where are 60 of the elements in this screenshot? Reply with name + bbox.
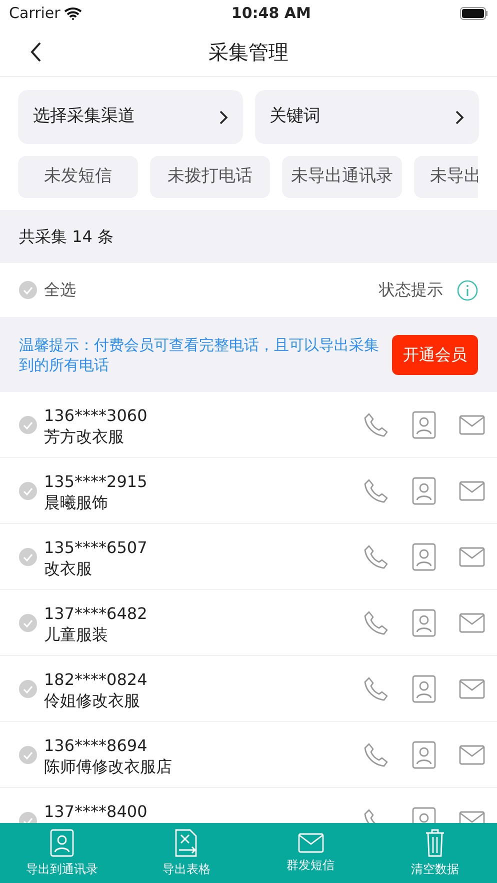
mail-icon[interactable] — [459, 678, 485, 698]
phone-icon[interactable] — [363, 544, 389, 570]
filter-tag[interactable]: 未发短信 — [18, 156, 138, 198]
select-all-label: 全选 — [44, 279, 76, 301]
phone-icon[interactable] — [363, 610, 389, 636]
phone-icon[interactable] — [363, 676, 389, 702]
phone-icon[interactable] — [363, 742, 389, 768]
contact-card-icon[interactable] — [412, 542, 436, 570]
check-circle-icon[interactable] — [19, 281, 37, 299]
contact-name: 伶姐修改衣服 — [44, 690, 141, 712]
filter-dropdown[interactable]: 选择采集渠道 — [18, 90, 242, 144]
phone-icon[interactable] — [363, 478, 389, 504]
phone-number: 137****6482 — [44, 604, 148, 624]
phone-number: 135****2915 — [44, 472, 148, 492]
contact-name: 陈师傅修改衣服店 — [44, 756, 173, 778]
filter-tag[interactable]: 未拨打电话 — [150, 156, 270, 198]
back-chevron-icon — [30, 42, 42, 62]
phone-number: 136****3060 — [44, 406, 148, 426]
trash-icon — [424, 828, 445, 856]
carrier-label: Carrier — [9, 3, 60, 24]
filter-tag[interactable]: 未导出 — [414, 156, 478, 198]
mail-icon[interactable] — [459, 546, 485, 566]
mail-icon[interactable] — [459, 480, 485, 500]
phone-number: 182****0824 — [44, 670, 148, 690]
contact-card-icon[interactable] — [412, 674, 436, 702]
check-circle-icon[interactable] — [19, 746, 37, 764]
page-title: 采集管理 — [208, 38, 288, 66]
contact-name: 改衣服 — [44, 558, 93, 580]
contact-name: 儿童服装 — [44, 624, 109, 646]
mail-icon[interactable] — [459, 612, 485, 632]
chevron-right-icon — [218, 110, 228, 124]
membership-button[interactable]: 开通会员 — [392, 334, 478, 374]
check-circle-icon[interactable] — [19, 482, 37, 500]
contact-card-icon[interactable] — [412, 410, 436, 438]
contact-name: 芳方改衣服 — [44, 426, 125, 448]
spreadsheet-export-icon — [175, 828, 198, 856]
filter-dropdown[interactable]: 关键词 — [254, 90, 479, 144]
battery-icon — [460, 7, 488, 20]
total-count: 共采集 14 条 — [19, 226, 114, 248]
check-circle-icon[interactable] — [19, 416, 37, 434]
phone-number: 135****6507 — [44, 538, 148, 558]
check-circle-icon[interactable] — [19, 680, 37, 698]
clock-time: 10:48 AM — [231, 3, 311, 24]
mail-icon[interactable] — [459, 414, 485, 434]
contact-card-icon[interactable] — [412, 740, 436, 768]
filter-tag[interactable]: 未导出通讯录 — [282, 156, 402, 198]
contact-name: 晨曦服饰 — [44, 492, 109, 514]
phone-number: 136****8694 — [44, 736, 148, 756]
check-circle-icon[interactable] — [19, 548, 37, 566]
info-icon[interactable] — [457, 280, 478, 300]
notice-text: 温馨提示：付费会员可查看完整电话，且可以导出采集到的所有电话 — [19, 334, 380, 374]
wifi-icon — [64, 7, 82, 20]
contact-card-icon[interactable] — [412, 476, 436, 504]
mail-icon[interactable] — [459, 744, 485, 764]
check-circle-icon[interactable] — [19, 614, 37, 632]
status-hint-label: 状态提示 — [379, 279, 443, 301]
contact-card-icon[interactable] — [412, 608, 436, 636]
phone-number: 137****8400 — [44, 802, 148, 822]
chevron-right-icon — [455, 110, 464, 124]
phone-icon[interactable] — [363, 412, 389, 438]
